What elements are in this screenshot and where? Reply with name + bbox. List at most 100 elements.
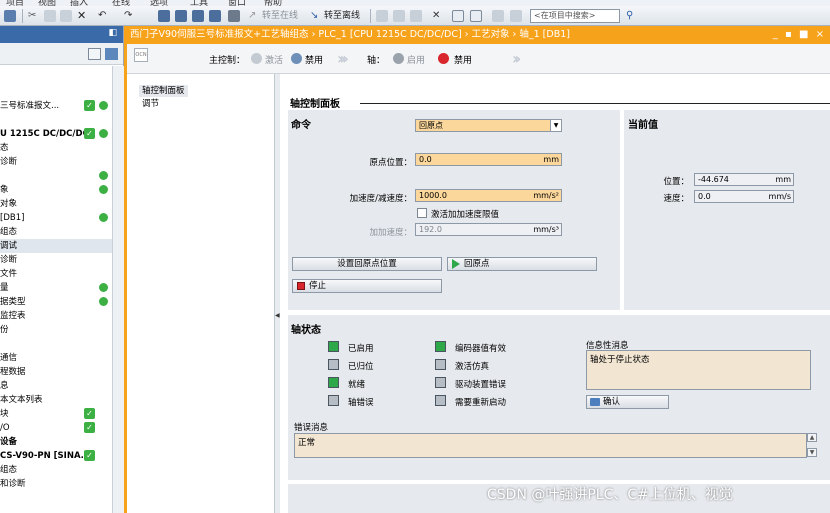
acknowledge-button[interactable]: 确认 xyxy=(586,395,669,409)
tree-item[interactable]: 对象 xyxy=(0,197,112,211)
status-led xyxy=(328,359,339,370)
download-icon[interactable] xyxy=(175,10,187,22)
simulation-icon[interactable] xyxy=(209,10,221,22)
simulation-start-icon[interactable] xyxy=(228,10,240,22)
tree-item-label: 诊断 xyxy=(0,255,18,265)
tree-item[interactable]: 和诊断 xyxy=(0,477,112,491)
tree-item[interactable]: CS-V90-PN [SINA... ✓ xyxy=(0,449,112,463)
activate-button[interactable]: 激活 xyxy=(265,53,283,66)
stop-button[interactable]: 停止 xyxy=(292,279,442,293)
tree-item[interactable]: 份 xyxy=(0,323,112,337)
project-search-input[interactable]: <在项目中搜索> xyxy=(530,9,620,23)
tree-item[interactable]: 监控表 xyxy=(0,309,112,323)
go-offline-button[interactable]: 转至离线 xyxy=(324,9,360,23)
axis-disable-button[interactable]: 禁用 xyxy=(454,53,472,66)
acceleration-field[interactable]: 1000.0 mm/s² xyxy=(415,189,562,202)
tree-item[interactable]: 调试 xyxy=(0,239,112,253)
split-editor-v-icon[interactable] xyxy=(470,10,482,22)
enable-button[interactable]: 启用 xyxy=(407,53,425,66)
tree-item[interactable]: 三号标准报文... ✓ xyxy=(0,99,112,113)
upload-icon[interactable] xyxy=(192,10,204,22)
axis-label: 轴： xyxy=(367,56,386,66)
tree-item[interactable]: 通信 xyxy=(0,351,112,365)
project-tree: ◧ 三号标准报文... ✓ U 1215C DC/DC/DC] ✓ 态诊断象对象 [DB1… xyxy=(0,26,124,513)
tree-item[interactable]: 象 xyxy=(0,183,112,197)
tree-item[interactable]: 息 xyxy=(0,379,112,393)
tree-item[interactable]: 诊断 xyxy=(0,253,112,267)
tree-item[interactable]: 诊断 xyxy=(0,155,112,169)
set-home-position-button[interactable]: 设置回原点位置 xyxy=(292,257,442,271)
tree-item[interactable]: 文件 xyxy=(0,267,112,281)
search-icon[interactable]: ⚲ xyxy=(626,10,638,22)
cross-reference-icon[interactable] xyxy=(393,10,405,22)
go-online-button[interactable]: 转至在线 xyxy=(262,9,298,23)
collapse-arrow-icon[interactable]: ◀ xyxy=(275,312,280,319)
velocity-readout: 0.0 mm/s xyxy=(694,190,794,203)
tree-item[interactable]: 态 xyxy=(0,141,112,155)
tree-item[interactable]: U 1215C DC/DC/DC] ✓ xyxy=(0,127,112,141)
tree-item[interactable]: 本文本列表 xyxy=(0,393,112,407)
split-editor-h-icon[interactable] xyxy=(452,10,464,22)
tree-item[interactable] xyxy=(0,113,112,127)
mode-select[interactable]: 回原点 ▼ xyxy=(415,119,562,132)
save-icon[interactable] xyxy=(4,10,16,22)
delete-icon[interactable]: ✕ xyxy=(77,10,89,22)
online-status-icon xyxy=(99,283,108,292)
cut-icon[interactable]: ✂ xyxy=(28,10,40,22)
compile-icon[interactable] xyxy=(158,10,170,22)
tree-item[interactable]: 据类型 xyxy=(0,295,112,309)
tree-item[interactable]: 程数据 xyxy=(0,365,112,379)
disable-button[interactable]: 禁用 xyxy=(305,53,323,66)
home-button[interactable]: 回原点 xyxy=(447,257,597,271)
tree-item[interactable]: 组态 xyxy=(0,225,112,239)
pin-icon[interactable]: ◧ xyxy=(108,28,117,38)
nav-item-tuning[interactable]: 调节 xyxy=(139,98,162,110)
tree-item[interactable]: /O ✓ xyxy=(0,421,112,435)
tree-item[interactable]: 组态 xyxy=(0,463,112,477)
tree-item[interactable]: 量 xyxy=(0,281,112,295)
paste-icon[interactable] xyxy=(60,10,72,22)
redo-icon[interactable]: ↷ xyxy=(124,10,136,22)
close-editor-icon[interactable]: ✕ xyxy=(432,10,444,22)
tree-item[interactable] xyxy=(0,337,112,351)
status-label: 已启用 xyxy=(348,344,374,354)
heading-divider xyxy=(360,103,830,104)
position-value: -44.674 xyxy=(698,175,729,184)
window-controls[interactable]: _ ▪ ■ × xyxy=(773,26,826,44)
position-readout: -44.674 mm xyxy=(694,173,794,186)
scroll-down-icon[interactable]: ▼ xyxy=(807,448,817,457)
undo-icon[interactable]: ↶ xyxy=(98,10,110,22)
tree-item[interactable]: 设备 xyxy=(0,435,112,449)
go-online-icon[interactable]: ↗ xyxy=(248,10,260,22)
online-status-icon xyxy=(99,129,108,138)
home-button-label: 回原点 xyxy=(464,259,490,269)
editor-breadcrumb: 西门子V90伺服三号标准报文+工艺轴组态 › PLC_1 [CPU 1215C … xyxy=(127,26,830,44)
jerk-limit-checkbox[interactable] xyxy=(417,208,427,218)
nav-item-control-panel[interactable]: 轴控制面板 xyxy=(139,85,188,97)
tree-item[interactable] xyxy=(0,169,112,183)
tree-item-label: /O xyxy=(0,423,10,433)
status-led xyxy=(435,377,446,388)
go-offline-icon[interactable]: ↘ xyxy=(310,10,322,22)
tree-item[interactable]: 块 ✓ xyxy=(0,407,112,421)
acceleration-label: 加速度/减速度： xyxy=(349,194,412,204)
watermark: CSDN @叶强讲PLC、C#上位机、视觉 xyxy=(487,487,733,503)
project-tree-scrollbar[interactable] xyxy=(112,66,124,513)
monitor-icon[interactable]: OCN xyxy=(134,48,148,62)
chevron-down-icon[interactable]: ▼ xyxy=(550,120,561,131)
home-position-field[interactable]: 0.0 mm xyxy=(415,153,562,166)
chevron-icon: ›› xyxy=(512,49,521,68)
window-float-icon[interactable] xyxy=(510,10,522,22)
copy-icon[interactable] xyxy=(44,10,56,22)
toolbar-separator xyxy=(22,9,23,23)
tree-item-label: 量 xyxy=(0,283,9,293)
axis-control-panel: 轴控制面板 命令 回原点 ▼ 原点位置： 0.0 mm 加速度/减速度： 100… xyxy=(280,74,830,513)
scroll-up-icon[interactable]: ▲ xyxy=(807,433,817,442)
view-toggle-icon[interactable] xyxy=(88,48,101,60)
tree-settings-icon[interactable] xyxy=(105,48,118,60)
split-horizontal-icon[interactable] xyxy=(410,10,422,22)
tree-item[interactable]: [DB1] xyxy=(0,211,112,225)
position-unit: mm xyxy=(775,175,791,184)
accessible-devices-icon[interactable] xyxy=(376,10,388,22)
window-arrange-icon[interactable] xyxy=(492,10,504,22)
